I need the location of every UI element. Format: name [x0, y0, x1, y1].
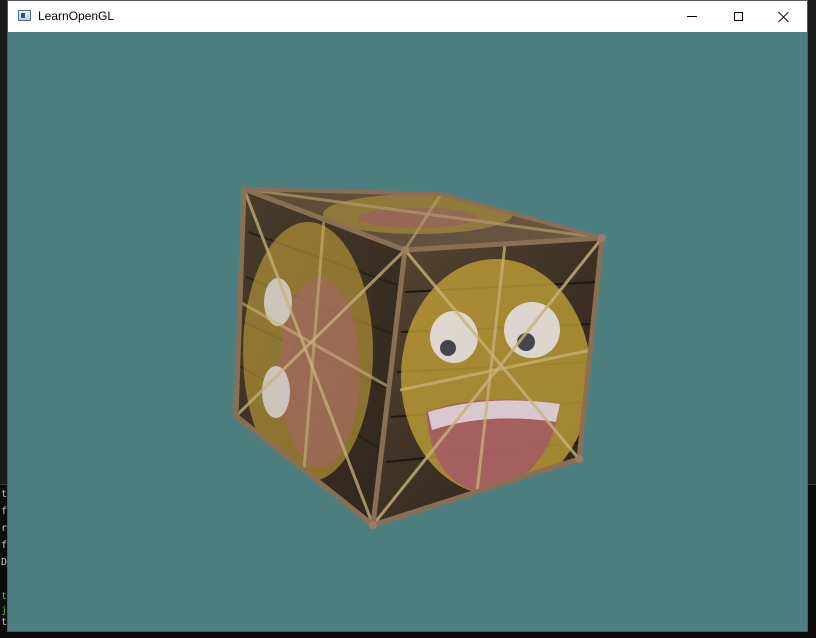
app-window-icon — [18, 10, 31, 21]
cube-render — [233, 185, 606, 530]
maximize-icon — [733, 12, 743, 21]
minimize-button[interactable] — [669, 1, 715, 32]
opengl-viewport[interactable] — [8, 32, 807, 631]
app-window: LearnOpenGL — [7, 0, 808, 632]
close-icon — [778, 11, 790, 23]
desktop: t f r f D t j t LearnOpenGL — [0, 0, 816, 638]
title-bar[interactable]: LearnOpenGL — [8, 1, 807, 32]
maximize-button[interactable] — [715, 1, 761, 32]
window-title: LearnOpenGL — [38, 9, 115, 23]
close-button[interactable] — [761, 1, 807, 32]
cube-front-face — [369, 234, 606, 529]
minimize-icon — [687, 16, 697, 17]
